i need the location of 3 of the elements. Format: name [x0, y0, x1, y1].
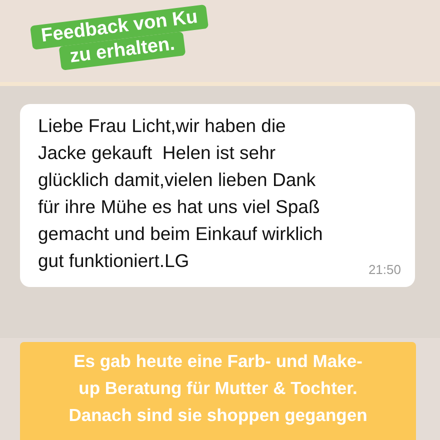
message-text: Liebe Frau Licht,wir haben die Jacke gekauft Helen ist sehr glücklich damit,vielen lieben Dank für ihre Mühe es hat uns viel Spaß gemacht und beim Einkauf wirklich gut funktioniert.LG — [38, 114, 323, 273]
message-time: 21:50 — [368, 262, 401, 277]
caption-text: Es gab heute eine Farb- und Make- up Beratung für Mutter & Tochter. Danach sind sie shoppen gegangen — [68, 350, 368, 427]
